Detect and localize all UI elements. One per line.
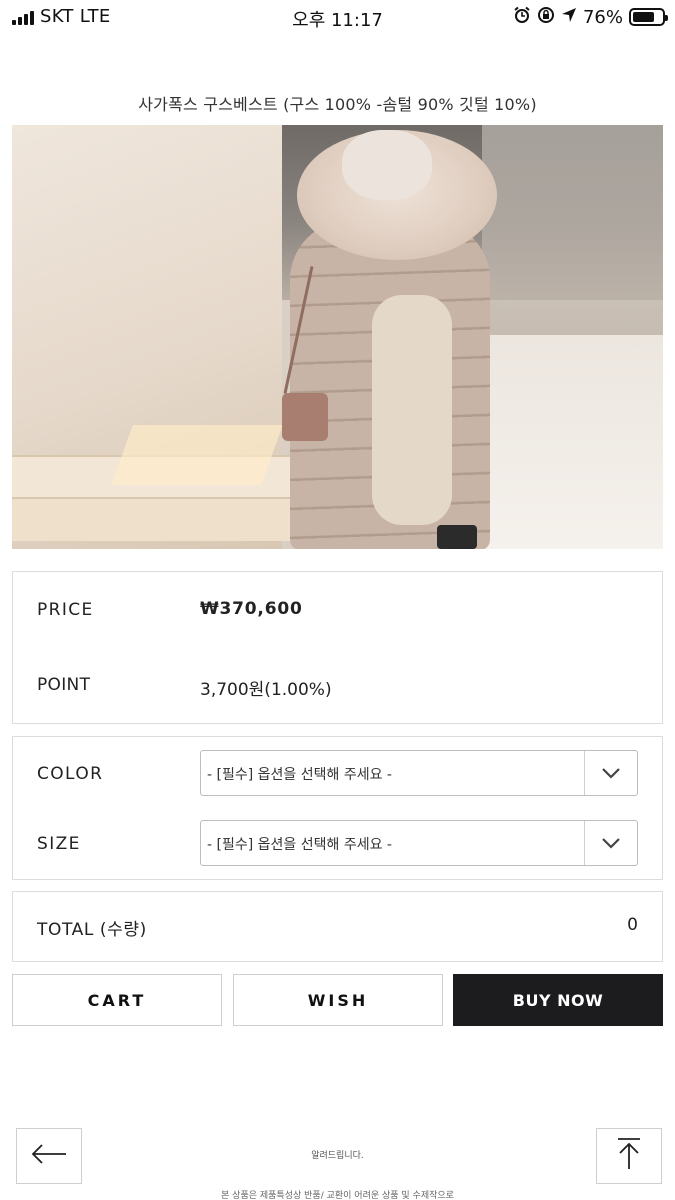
scroll-top-button[interactable] xyxy=(596,1128,662,1184)
size-select-value: - [필수] 옵션을 선택해 주세요 - xyxy=(207,837,392,853)
image-glass-rail xyxy=(482,125,663,365)
battery-percent: 76% xyxy=(582,6,623,28)
image-hood-inner xyxy=(342,130,432,200)
cart-button[interactable]: CART xyxy=(12,974,222,1026)
total-label: TOTAL (수량) xyxy=(37,920,147,940)
rotation-lock-icon xyxy=(537,6,555,28)
image-boot xyxy=(437,525,477,549)
option-card: COLOR - [필수] 옵션을 선택해 주세요 - SIZE - [필수] 옵… xyxy=(12,736,663,880)
total-value: 0 xyxy=(627,915,638,935)
image-sunlight xyxy=(111,425,283,485)
price-card: PRICE ₩370,600 POINT 3,700원(1.00%) xyxy=(12,571,663,724)
price-label: PRICE xyxy=(37,600,94,620)
wish-button[interactable]: WISH xyxy=(233,974,443,1026)
chevron-down-icon[interactable] xyxy=(584,751,637,795)
notice-title: 알려드립니다. xyxy=(311,1151,364,1161)
image-sleeve xyxy=(372,295,452,525)
image-step xyxy=(12,497,332,541)
color-select-value: - [필수] 옵션을 선택해 주세요 - xyxy=(207,767,392,783)
status-right: 76% xyxy=(513,6,668,28)
location-icon xyxy=(561,7,577,27)
point-value: 3,700원(1.00%) xyxy=(200,680,332,700)
total-card: TOTAL (수량) 0 xyxy=(12,891,663,962)
image-handbag xyxy=(282,393,328,441)
color-select[interactable]: - [필수] 옵션을 선택해 주세요 - xyxy=(200,750,638,796)
size-select[interactable]: - [필수] 옵션을 선택해 주세요 - xyxy=(200,820,638,866)
product-image[interactable] xyxy=(12,125,663,549)
point-label: POINT xyxy=(37,675,91,695)
price-value: ₩370,600 xyxy=(200,599,303,619)
buy-now-button[interactable]: BUY NOW xyxy=(453,974,663,1026)
size-label: SIZE xyxy=(37,834,81,854)
alarm-icon xyxy=(513,6,531,28)
battery-icon xyxy=(629,8,668,26)
battery-fill xyxy=(633,12,655,22)
color-label: COLOR xyxy=(37,764,104,784)
notice-text: 본 상품은 제품특성상 반품/ 교환이 어려운 상품 및 수제작으로 xyxy=(221,1191,454,1200)
arrow-up-icon xyxy=(616,1137,642,1175)
product-title: 사가폭스 구스베스트 (구스 100% -솜털 90% 깃털 10%) xyxy=(138,95,537,114)
status-bar: SKT LTE 오후 11:17 76% xyxy=(0,0,675,34)
chevron-down-icon[interactable] xyxy=(584,821,637,865)
